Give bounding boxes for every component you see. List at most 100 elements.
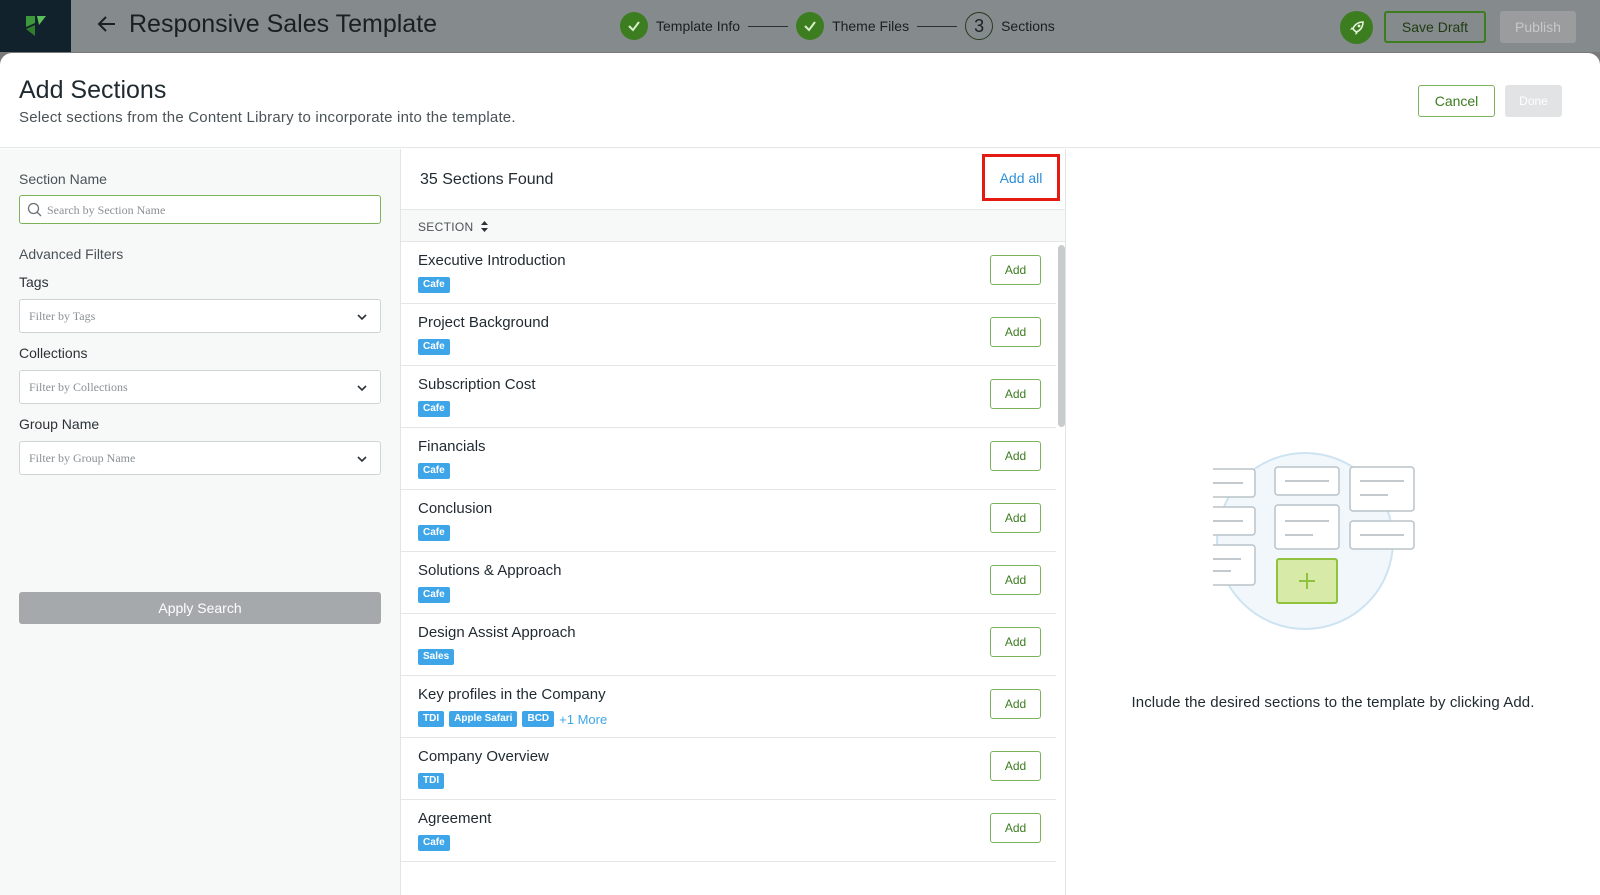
back-arrow-icon[interactable] (96, 13, 118, 35)
tag-badge: Cafe (418, 525, 450, 541)
collections-placeholder: Filter by Collections (29, 380, 128, 394)
app-logo[interactable] (0, 0, 71, 52)
chevron-down-icon (357, 456, 367, 463)
publish-button[interactable]: Publish (1500, 11, 1576, 43)
section-tags: Cafe (418, 587, 455, 603)
tags-select[interactable]: Filter by Tags (19, 299, 381, 333)
section-row: Executive Introduction Cafe Add (401, 242, 1056, 304)
tag-badge: Cafe (418, 463, 450, 479)
add-section-button[interactable]: Add (990, 503, 1041, 533)
section-row: Conclusion Cafe Add (401, 490, 1056, 552)
add-section-button[interactable]: Add (990, 689, 1041, 719)
save-draft-button[interactable]: Save Draft (1384, 11, 1486, 43)
section-name: Agreement (418, 810, 492, 827)
section-name: Conclusion (418, 500, 493, 517)
step-theme-files[interactable]: Theme Files (796, 12, 909, 40)
empty-state-message: Include the desired sections to the temp… (1131, 694, 1535, 711)
sections-list: Executive Introduction Cafe Add Project Bac… (401, 242, 1056, 862)
tags-placeholder: Filter by Tags (29, 309, 96, 323)
step-label: Template Info (656, 18, 741, 34)
section-tags: Cafe (418, 339, 455, 355)
section-tags: TDI (418, 773, 449, 789)
add-section-button[interactable]: Add (990, 379, 1041, 409)
section-name: Executive Introduction (418, 252, 566, 269)
step-sections[interactable]: 3 Sections (965, 12, 1055, 40)
results-count: 35 Sections Found (420, 171, 554, 188)
list-scrollbar[interactable] (1058, 245, 1065, 895)
section-row: Project Background Cafe Add (401, 304, 1056, 366)
add-section-button[interactable]: Add (990, 255, 1041, 285)
section-row: Solutions & Approach Cafe Add (401, 552, 1056, 614)
step-connector (748, 25, 789, 27)
step-template-info[interactable]: Template Info (620, 12, 740, 40)
section-name: Project Background (418, 314, 549, 331)
group-name-select[interactable]: Filter by Group Name (19, 441, 381, 475)
section-tags: Cafe (418, 525, 455, 541)
modal-title: Add Sections (19, 76, 167, 104)
sections-list-panel: 35 Sections Found Add all SECTION Execut… (401, 149, 1066, 895)
template-title: Responsive Sales Template (129, 10, 438, 38)
top-bar: Responsive Sales Template Template Info … (0, 0, 1600, 52)
section-name: Key profiles in the Company (418, 686, 606, 703)
section-tags: Cafe (418, 463, 455, 479)
logo-icon (25, 16, 46, 36)
tag-badge: Cafe (418, 401, 450, 417)
add-section-button[interactable]: Add (990, 317, 1041, 347)
launch-button[interactable] (1340, 11, 1373, 44)
done-button[interactable]: Done (1505, 85, 1562, 117)
search-input[interactable] (47, 200, 367, 220)
more-tags-link[interactable]: +1 More (559, 712, 607, 727)
check-icon (796, 12, 825, 40)
section-row: Subscription Cost Cafe Add (401, 366, 1056, 428)
scroll-thumb[interactable] (1058, 245, 1065, 427)
tag-badge: Sales (418, 649, 455, 665)
add-section-button[interactable]: Add (990, 751, 1041, 781)
search-field[interactable] (19, 195, 381, 224)
section-name: Design Assist Approach (418, 624, 576, 641)
advanced-filters-label: Advanced Filters (19, 246, 124, 262)
tag-badge: Cafe (418, 277, 450, 293)
add-section-button[interactable]: Add (990, 813, 1041, 843)
section-name-label: Section Name (19, 171, 107, 187)
cancel-button[interactable]: Cancel (1418, 85, 1495, 117)
section-name: Subscription Cost (418, 376, 536, 393)
add-section-button[interactable]: Add (990, 627, 1041, 657)
tag-badge: Cafe (418, 587, 450, 603)
section-name: Solutions & Approach (418, 562, 562, 579)
step-connector (917, 25, 958, 27)
chevron-down-icon (357, 385, 367, 392)
tag-badge: Cafe (418, 835, 450, 851)
rocket-icon (1349, 20, 1364, 35)
section-row: Financials Cafe Add (401, 428, 1056, 490)
list-header: SECTION (401, 209, 1065, 242)
modal-subtitle: Select sections from the Content Library… (19, 109, 516, 126)
add-sections-modal: Add Sections Select sections from the Co… (0, 53, 1600, 895)
section-tags: Cafe (418, 401, 455, 417)
step-label: Sections (1001, 18, 1055, 34)
add-sections-illustration (1213, 452, 1415, 630)
section-name: Company Overview (418, 748, 549, 765)
apply-search-button[interactable]: Apply Search (19, 592, 381, 624)
collections-select[interactable]: Filter by Collections (19, 370, 381, 404)
tag-badge: TDI (418, 711, 445, 727)
tag-badge: Apple Safari (449, 711, 518, 727)
check-icon (620, 12, 648, 40)
add-section-button[interactable]: Add (990, 441, 1041, 471)
modal-header: Add Sections Select sections from the Co… (0, 53, 1600, 148)
section-column-header[interactable]: SECTION (418, 220, 473, 234)
stepper: Template Info Theme Files 3 Sections (620, 11, 1055, 41)
collections-label: Collections (19, 345, 88, 361)
section-row: Agreement Cafe Add (401, 800, 1056, 862)
section-row: Design Assist Approach Sales Add (401, 614, 1056, 676)
step-label: Theme Files (832, 18, 910, 34)
empty-state-panel: Include the desired sections to the temp… (1066, 149, 1600, 895)
step-number: 3 (965, 12, 994, 40)
group-name-label: Group Name (19, 416, 100, 432)
sort-icon[interactable] (480, 220, 489, 233)
tags-label: Tags (19, 274, 49, 290)
section-name: Financials (418, 438, 486, 455)
tag-badge: Cafe (418, 339, 450, 355)
add-all-button[interactable]: Add all (982, 154, 1060, 201)
add-section-button[interactable]: Add (990, 565, 1041, 595)
tag-badge: TDI (418, 773, 445, 789)
